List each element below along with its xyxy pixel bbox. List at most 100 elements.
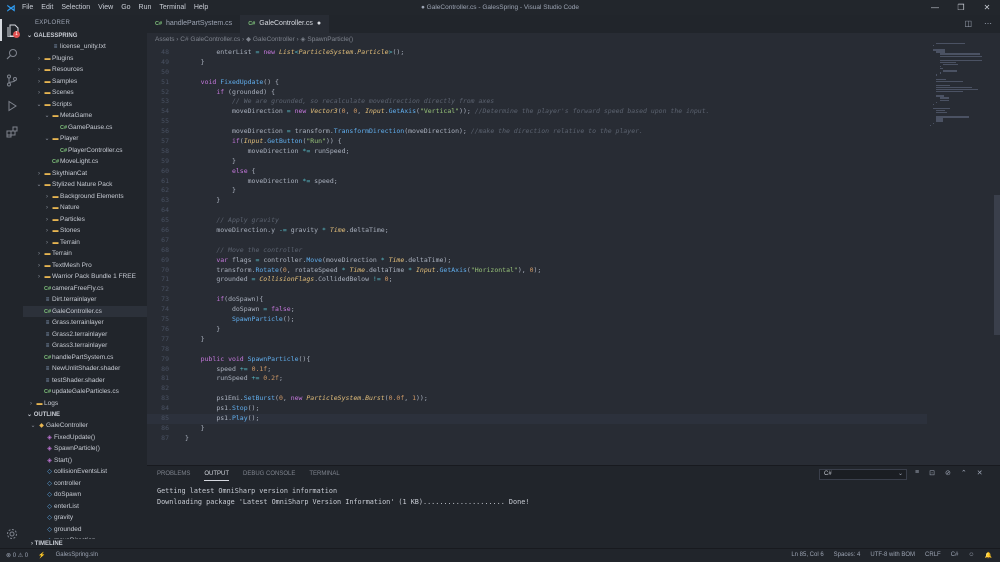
tree-item[interactable]: › ▬ TextMesh Pro xyxy=(23,260,147,272)
tree-item[interactable]: ⌄ ▬ Stylized Nature Pack xyxy=(23,179,147,191)
tree-item[interactable]: ⌄ ▬ Scripts xyxy=(23,99,147,111)
outline-section-header[interactable]: ⌄ OUTLINE xyxy=(23,410,147,420)
tree-item[interactable]: ≡ Grass2.terrainlayer xyxy=(23,329,147,341)
code-line[interactable]: 69 var flags = controller.Move(moveDirec… xyxy=(147,256,927,266)
outline-item[interactable]: ◇ gravity xyxy=(23,512,147,524)
code-line[interactable]: 49 } xyxy=(147,58,927,68)
code-line[interactable]: 62 } xyxy=(147,186,927,196)
code-line[interactable]: 83 ps1Emi.SetBurst(0, new ParticleSystem… xyxy=(147,394,927,404)
outline-item[interactable]: ◈ SpawnParticle() xyxy=(23,443,147,455)
code-line[interactable]: 87} xyxy=(147,434,927,444)
tab-handlepartsystem[interactable]: C# handlePartSystem.cs xyxy=(147,15,240,33)
code-line[interactable]: 74 doSpawn = false; xyxy=(147,305,927,315)
code-line[interactable]: 65 // Apply gravity xyxy=(147,216,927,226)
maximize-panel-icon[interactable]: ⌃ xyxy=(961,469,967,477)
outline-item[interactable]: ◇ enterList xyxy=(23,501,147,513)
tree-item[interactable]: › ▬ Stones xyxy=(23,225,147,237)
code-line[interactable]: 84 ps1.Stop(); xyxy=(147,404,927,414)
line-ending-status[interactable]: CRLF xyxy=(925,552,941,559)
menu-selection[interactable]: Selection xyxy=(61,4,90,11)
tree-item[interactable]: › ▬ Warrior Pack Bundle 1 FREE xyxy=(23,271,147,283)
tab-galecontroller[interactable]: C# GaleController.cs ● xyxy=(240,15,330,33)
tree-item[interactable]: ⌄ ▬ Player xyxy=(23,133,147,145)
menu-edit[interactable]: Edit xyxy=(41,4,53,11)
minimap[interactable] xyxy=(930,43,988,153)
code-line[interactable]: 68 // Move the controller xyxy=(147,246,927,256)
close-window-button[interactable]: ✕ xyxy=(974,0,1000,15)
indentation-status[interactable]: Spaces: 4 xyxy=(834,552,861,559)
editor-scrollbar[interactable] xyxy=(994,195,1000,335)
code-line[interactable]: 58 moveDirection *= runSpeed; xyxy=(147,147,927,157)
code-line[interactable]: 61 moveDirection *= speed; xyxy=(147,177,927,187)
source-control-icon[interactable] xyxy=(0,69,23,91)
code-line[interactable]: 76 } xyxy=(147,325,927,335)
outline-item[interactable]: ◇ grounded xyxy=(23,524,147,536)
extensions-icon[interactable] xyxy=(0,121,23,143)
tree-item[interactable]: › ▬ Scenes xyxy=(23,87,147,99)
tree-item[interactable]: C#PlayerController.cs xyxy=(23,145,147,157)
lightning-icon[interactable]: ⚡ xyxy=(38,552,45,559)
feedback-icon[interactable]: ☺ xyxy=(968,552,974,559)
minimize-button[interactable]: — xyxy=(922,0,948,15)
tree-item[interactable]: › ▬ Particles xyxy=(23,214,147,226)
menu-file[interactable]: File xyxy=(22,4,33,11)
outline-item[interactable]: ◈ Start() xyxy=(23,455,147,467)
tree-item[interactable]: › ▬ Terrain xyxy=(23,248,147,260)
unsaved-dot-icon[interactable]: ● xyxy=(317,15,321,33)
tree-item[interactable]: ≡ testShader.shader xyxy=(23,375,147,387)
code-line[interactable]: 86 } xyxy=(147,424,927,434)
cursor-position[interactable]: Ln 85, Col 6 xyxy=(791,552,823,559)
tree-item[interactable]: › ▬ Logs xyxy=(23,398,147,410)
code-line[interactable]: 63 } xyxy=(147,196,927,206)
code-line[interactable]: 54 moveDirection = new Vector3(0, 0, Inp… xyxy=(147,107,927,117)
code-line[interactable]: 57 if(Input.GetButton("Run")) { xyxy=(147,137,927,147)
code-line[interactable]: 66 moveDirection.y -= gravity * Time.del… xyxy=(147,226,927,236)
tree-item[interactable]: C#handlePartSystem.cs xyxy=(23,352,147,364)
tree-item[interactable]: › ▬ Resources xyxy=(23,64,147,76)
code-line[interactable]: 56 moveDirection = transform.TransformDi… xyxy=(147,127,927,137)
code-editor[interactable]: 48 enterList = new List<ParticleSystem.P… xyxy=(147,48,927,444)
tree-item[interactable]: › ▬ Nature xyxy=(23,202,147,214)
lock-icon[interactable]: ⊡ xyxy=(929,469,935,477)
tree-item[interactable]: › ▬ Terrain xyxy=(23,237,147,249)
tree-item[interactable]: ≡ Dirt.terrainlayer xyxy=(23,294,147,306)
maximize-button[interactable]: ❐ xyxy=(948,0,974,15)
code-line[interactable]: 79 public void SpawnParticle(){ xyxy=(147,355,927,365)
code-line[interactable]: 72 xyxy=(147,285,927,295)
tree-item[interactable]: ⌄ ▬ MetaGame xyxy=(23,110,147,122)
tab-problems[interactable]: PROBLEMS xyxy=(157,471,190,481)
output-channel-select[interactable]: C# ⌄ xyxy=(819,469,907,480)
code-line[interactable]: 59 } xyxy=(147,157,927,167)
code-line[interactable]: 82 xyxy=(147,384,927,394)
code-line[interactable]: 52 if (grounded) { xyxy=(147,88,927,98)
bell-icon[interactable]: 🔔 xyxy=(985,552,992,559)
split-editor-icon[interactable]: ◫ xyxy=(964,19,972,28)
code-line[interactable]: 67 xyxy=(147,236,927,246)
tree-item[interactable]: C#GaleController.cs xyxy=(23,305,147,317)
tab-output[interactable]: OUTPUT xyxy=(204,471,230,481)
tree-item[interactable]: C#updateGaleParticles.cs xyxy=(23,386,147,398)
code-line[interactable]: 85 ps1.Play(); xyxy=(147,413,927,424)
code-line[interactable]: 50 xyxy=(147,68,927,78)
problems-status[interactable]: ⊗ 0 ⚠ 0 xyxy=(6,552,28,559)
code-line[interactable]: 78 xyxy=(147,345,927,355)
close-panel-icon[interactable]: ✕ xyxy=(977,469,983,477)
run-debug-icon[interactable] xyxy=(0,95,23,117)
solution-status[interactable]: GalesSpring.sln xyxy=(56,552,98,559)
tab-debug-console[interactable]: DEBUG CONSOLE xyxy=(243,471,295,481)
code-line[interactable]: 55 xyxy=(147,117,927,127)
outline-root[interactable]: ⌄ ◆ GaleController xyxy=(23,420,147,432)
encoding-status[interactable]: UTF-8 with BOM xyxy=(870,552,915,559)
tree-item[interactable]: ≡ NewUnlitShader.shader xyxy=(23,363,147,375)
tree-item[interactable]: ≡ license_unity.txt xyxy=(23,41,147,53)
breadcrumb[interactable]: Assets › C# GaleController.cs › ◆ GaleCo… xyxy=(155,35,353,45)
tree-item[interactable]: ≡ Grass.terrainlayer xyxy=(23,317,147,329)
code-line[interactable]: 77 } xyxy=(147,335,927,345)
tree-item[interactable]: › ▬ SkythianCat xyxy=(23,168,147,180)
clear-output-icon[interactable]: ⊘ xyxy=(945,469,951,477)
code-line[interactable]: 80 speed += 0.1f; xyxy=(147,365,927,375)
code-line[interactable]: 71 grounded = CollisionFlags.CollidedBel… xyxy=(147,275,927,285)
code-line[interactable]: 51 void FixedUpdate() { xyxy=(147,78,927,88)
tree-item[interactable]: › ▬ Background Elements xyxy=(23,191,147,203)
tree-item[interactable]: › ▬ Samples xyxy=(23,76,147,88)
